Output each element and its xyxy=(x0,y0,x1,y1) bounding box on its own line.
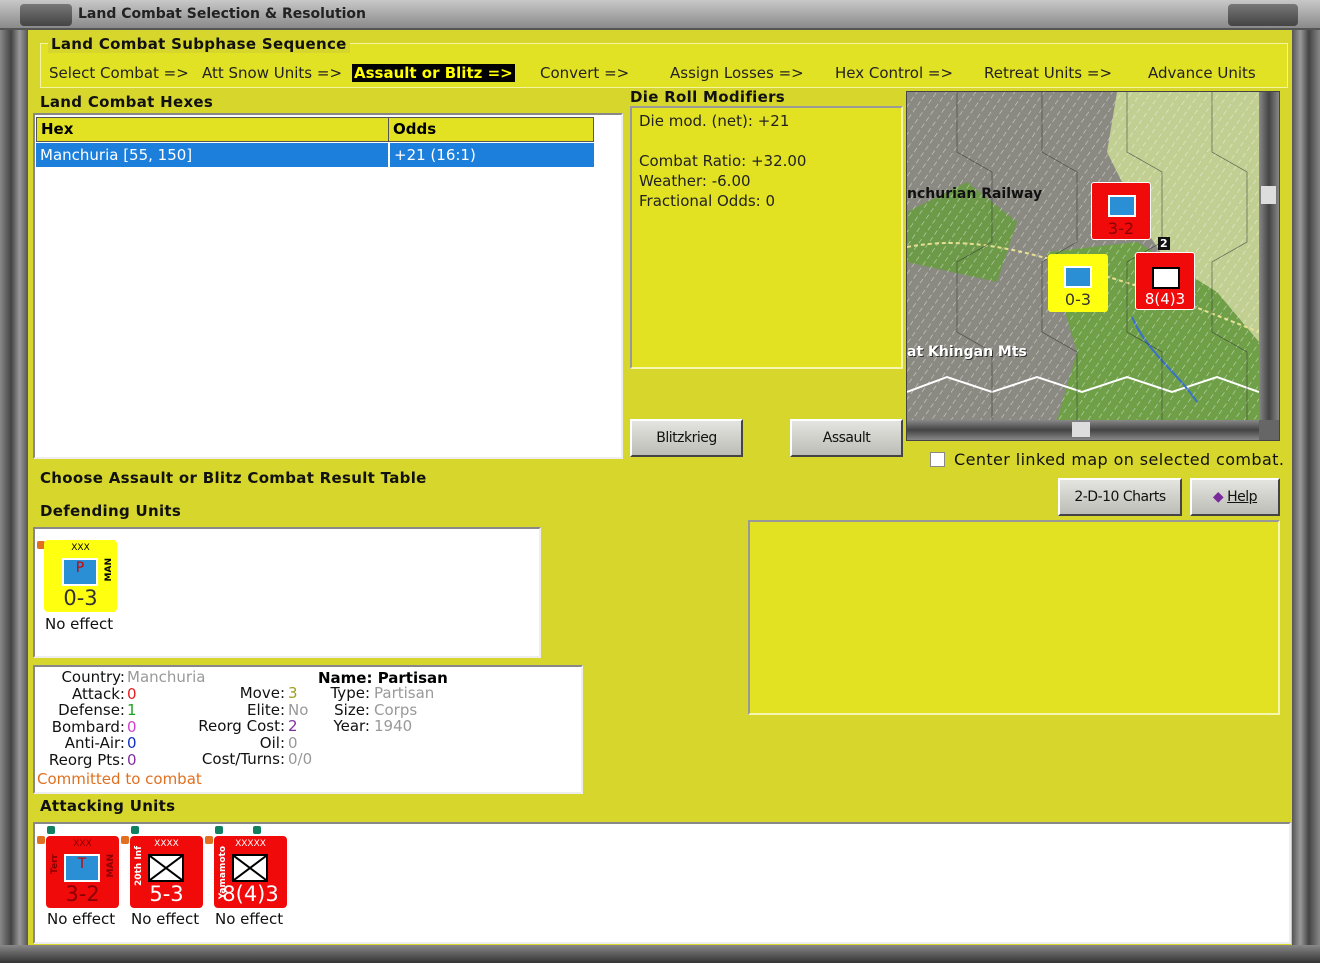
seq-retreat-units: Retreat Units => xyxy=(984,64,1113,82)
unit-nationality: MAN xyxy=(106,854,116,878)
map-unit-yamamoto[interactable]: 8(4)3 xyxy=(1135,252,1195,310)
subphase-title: Land Combat Subphase Sequence xyxy=(48,35,350,53)
scroll-thumb[interactable] xyxy=(1261,186,1276,204)
unit-status: Committed to combat xyxy=(37,770,202,788)
help-button[interactable]: ◆ Help xyxy=(1190,478,1280,516)
seq-att-snow-units: Att Snow Units => xyxy=(202,64,343,82)
seq-convert: Convert => xyxy=(540,64,630,82)
unit-counter[interactable]: XXXX 20th Inf 5-3 xyxy=(130,836,203,908)
charts-button[interactable]: 2-D-10 Charts xyxy=(1058,478,1182,516)
seq-hex-control: Hex Control => xyxy=(835,64,954,82)
defending-unit-counter[interactable]: XXX P MAN 0-3 xyxy=(44,540,117,612)
center-map-checkbox[interactable] xyxy=(930,452,945,467)
window-menu-button[interactable] xyxy=(20,4,72,26)
defending-units-box: XXX P MAN 0-3 No effect xyxy=(33,527,541,658)
modifiers-title: Die Roll Modifiers xyxy=(630,88,786,106)
help-label: Help xyxy=(1227,489,1258,505)
map-unit-partisan[interactable]: 0-3 xyxy=(1048,254,1108,312)
assault-button[interactable]: Assault xyxy=(790,419,903,457)
unit-size: XXX xyxy=(71,543,90,553)
info-labels-col1: Country: Attack: Defense: Bombard: Anti-Air:… xyxy=(48,668,125,769)
infantry-symbol-icon xyxy=(148,854,184,882)
unit-name-label: 20th Inf xyxy=(134,846,144,887)
cell-odds: +21 (16:1) xyxy=(389,143,594,167)
hexes-table: Hex Odds Manchuria [55, 150] +21 (16:1) xyxy=(33,113,623,459)
status-marker xyxy=(121,836,129,844)
status-marker xyxy=(205,836,213,844)
infantry-symbol-icon xyxy=(1108,195,1136,217)
attacking-units-box: XXX Terr T MAN 3-2 No effect XXXX 20th I… xyxy=(33,822,1291,944)
unit-counter[interactable]: XXXXX Yamamoto 8(4)3 xyxy=(214,836,287,908)
linked-map[interactable]: nchurian Railway at Khingan Mts 3-2 0-3 … xyxy=(906,91,1280,441)
modifiers-box: Die mod. (net): +21 Combat Ratio: +32.00… xyxy=(630,106,903,369)
info-labels-col3: Type: Size: Year: xyxy=(330,684,370,735)
center-map-label: Center linked map on selected combat. xyxy=(954,450,1285,469)
infantry-symbol-icon: T xyxy=(64,854,100,882)
unit-result: No effect xyxy=(215,910,284,928)
die-mod-net: Die mod. (net): +21 xyxy=(639,112,790,130)
infantry-symbol-icon xyxy=(1064,266,1092,288)
combat-ratio: Combat Ratio: +32.00 xyxy=(639,152,807,170)
supply-marker xyxy=(253,826,261,834)
choose-table-label: Choose Assault or Blitz Combat Result Ta… xyxy=(40,469,427,487)
window-title: Land Combat Selection & Resolution xyxy=(78,6,367,22)
combat-result-box xyxy=(748,520,1280,715)
map-horizontal-scrollbar[interactable] xyxy=(907,420,1259,440)
window-frame-right xyxy=(1292,30,1320,963)
seq-assault-or-blitz: Assault or Blitz => xyxy=(352,64,515,82)
unit-size: XXX xyxy=(73,839,92,849)
seq-assign-losses: Assign Losses => xyxy=(670,64,804,82)
blitzkrieg-button[interactable]: Blitzkrieg xyxy=(630,419,743,457)
window-frame-bottom xyxy=(0,945,1320,963)
unit-counter[interactable]: XXX Terr T MAN 3-2 xyxy=(46,836,119,908)
infantry-symbol-icon xyxy=(1152,267,1180,289)
unit-strength: 3-2 xyxy=(65,882,100,906)
fractional-odds: Fractional Odds: 0 xyxy=(639,192,776,210)
weather-mod: Weather: -6.00 xyxy=(639,172,751,190)
map-unit-terr[interactable]: 3-2 xyxy=(1091,182,1151,240)
infantry-symbol-icon: P xyxy=(62,558,98,586)
defending-title: Defending Units xyxy=(40,502,182,520)
info-labels-col2: Move: Elite: Reorg Cost: Oil: Cost/Turns: xyxy=(198,684,285,768)
unit-result: No effect xyxy=(47,910,116,928)
title-bar: Land Combat Selection & Resolution xyxy=(0,0,1320,30)
infantry-symbol-icon xyxy=(232,854,268,882)
supply-marker xyxy=(131,826,139,834)
attacking-title: Attacking Units xyxy=(40,797,176,815)
seq-advance-units: Advance Units xyxy=(1148,64,1256,82)
column-hex[interactable]: Hex xyxy=(36,117,389,142)
info-values-col3: Partisan Corps 1940 xyxy=(374,684,435,735)
seq-select-combat: Select Combat => xyxy=(49,64,189,82)
supply-marker xyxy=(215,826,223,834)
map-unit-strength: 8(4)3 xyxy=(1144,290,1186,308)
unit-nationality: MAN xyxy=(104,558,114,582)
unit-strength: 5-3 xyxy=(149,882,184,906)
window-frame-left xyxy=(0,30,28,963)
hexes-title: Land Combat Hexes xyxy=(40,93,214,111)
map-unit-strength: 0-3 xyxy=(1064,290,1092,309)
map-unit-strength: 3-2 xyxy=(1107,219,1135,238)
table-row[interactable]: Manchuria [55, 150] +21 (16:1) xyxy=(36,143,594,167)
cell-hex: Manchuria [55, 150] xyxy=(36,143,388,167)
map-vertical-scrollbar[interactable] xyxy=(1259,92,1279,420)
status-marker xyxy=(37,836,45,844)
window-close-button[interactable] xyxy=(1228,4,1298,26)
unit-name-label: Terr xyxy=(50,854,60,874)
unit-result: No effect xyxy=(45,615,114,633)
supply-marker xyxy=(47,826,55,834)
help-book-icon: ◆ xyxy=(1212,489,1224,505)
unit-result: No effect xyxy=(131,910,200,928)
map-label-mountains: at Khingan Mts xyxy=(907,344,1027,360)
map-label-railway: nchurian Railway xyxy=(907,186,1043,202)
unit-strength: 8(4)3 xyxy=(222,882,279,906)
unit-strength: 0-3 xyxy=(63,586,98,610)
column-odds[interactable]: Odds xyxy=(388,117,594,142)
stack-count-badge: 2 xyxy=(1158,237,1170,250)
unit-info-box: Country: Attack: Defense: Bombard: Anti-Air:… xyxy=(33,665,583,794)
scroll-thumb[interactable] xyxy=(1072,422,1090,437)
